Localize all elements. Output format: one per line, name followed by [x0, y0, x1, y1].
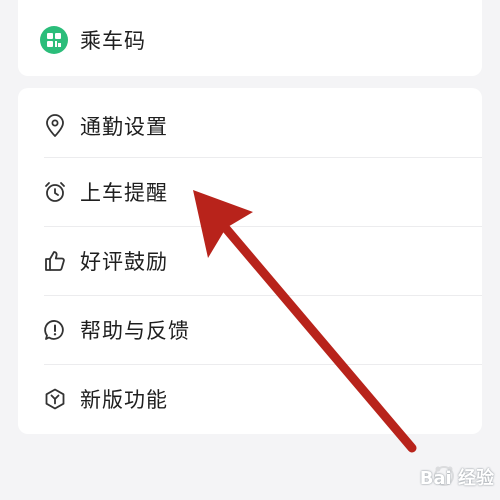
chat-bubble-exclamation-icon [42, 317, 68, 343]
ride-code-row[interactable]: 乘车码 [18, 0, 482, 80]
location-pin-icon [42, 113, 68, 139]
ride-code-label: 乘车码 [80, 29, 146, 53]
menu-item-commute-settings[interactable]: 通勤设置 [18, 92, 482, 160]
hexagon-y-icon [42, 386, 68, 412]
qr-grid-icon [40, 26, 68, 54]
settings-menu-card: 通勤设置 上车提醒 好评鼓励 帮助与反馈 新版功能 [18, 88, 482, 434]
watermark-text: Bai 经验 [419, 468, 494, 489]
menu-item-label: 好评鼓励 [80, 250, 168, 274]
menu-item-boarding-reminder[interactable]: 上车提醒 [18, 158, 482, 226]
menu-item-label: 帮助与反馈 [80, 319, 190, 343]
menu-item-label: 上车提醒 [80, 181, 168, 205]
top-card: 乘车码 [18, 0, 482, 76]
menu-item-label: 新版功能 [80, 388, 168, 412]
menu-item-rate-app[interactable]: 好评鼓励 [18, 227, 482, 295]
thumbs-up-icon [42, 248, 68, 274]
menu-item-label: 通勤设置 [80, 115, 168, 139]
alarm-clock-icon [42, 179, 68, 205]
menu-item-help-feedback[interactable]: 帮助与反馈 [18, 296, 482, 364]
menu-item-new-features[interactable]: 新版功能 [18, 365, 482, 433]
